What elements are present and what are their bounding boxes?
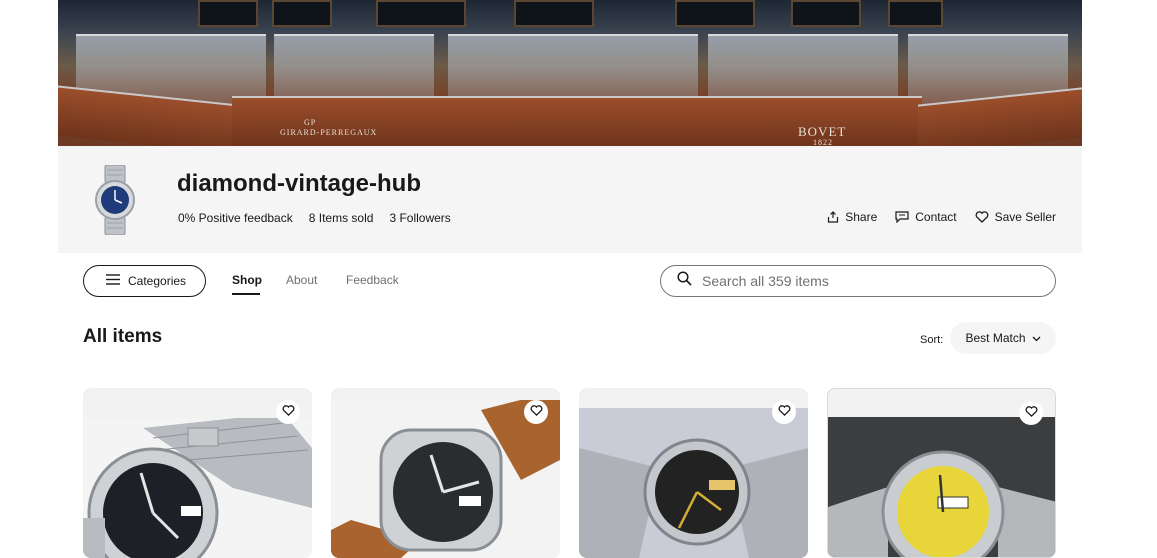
search-icon [677,271,692,291]
watch-black-dial-mesh-icon [83,413,312,558]
heart-icon [975,211,989,223]
watchlist-heart-button[interactable] [524,400,548,424]
contact-button[interactable]: Contact [895,210,957,224]
watchlist-heart-button[interactable] [1019,401,1043,425]
all-items-heading: All items [83,326,163,347]
watch-black-gold-dial-mesh-icon [579,408,808,558]
heart-icon [1025,404,1038,422]
store-name: diamond-vintage-hub [177,170,421,197]
item-card[interactable] [579,388,808,558]
store-banner-image: GP GIRARD-PERREGAUX BOVET 1822 [58,0,1082,146]
chevron-down-icon [1032,331,1041,345]
item-card[interactable] [83,388,312,558]
banner-brand-mark: GP [304,118,317,127]
heart-icon [282,403,295,421]
item-card[interactable] [331,388,560,558]
positive-feedback-stat: 0% Positive feedback [178,211,293,225]
hamburger-menu-icon [106,274,120,288]
heart-icon [530,403,543,421]
store-search-box[interactable] [660,265,1056,297]
watchlist-heart-button[interactable] [276,400,300,424]
contact-label: Contact [915,210,957,224]
tab-active-indicator [232,293,260,295]
sort-value: Best Match [965,331,1026,345]
message-icon [895,211,909,223]
tab-about[interactable]: About [286,273,317,287]
save-seller-label: Save Seller [994,210,1056,224]
share-button[interactable]: Share [827,210,877,224]
categories-button[interactable]: Categories [83,265,206,297]
watchlist-heart-button[interactable] [772,400,796,424]
search-input[interactable] [702,273,1022,289]
heart-icon [778,403,791,421]
store-header: diamond-vintage-hub 0% Positive feedback… [58,146,1082,253]
banner-brand-left: GIRARD-PERREGAUX [280,128,378,137]
banner-brand-year: 1822 [813,138,833,146]
sort-label: Sort: [920,334,944,346]
store-stats: 0% Positive feedback 8 Items sold 3 Foll… [178,211,451,225]
followers-stat: 3 Followers [389,211,451,225]
watch-yellow-dial-mesh-icon [828,417,1055,557]
tab-shop[interactable]: Shop [232,273,262,287]
item-card[interactable] [827,388,1056,558]
items-sold-stat: 8 Items sold [308,211,374,225]
categories-label: Categories [128,274,187,288]
save-seller-button[interactable]: Save Seller [975,210,1056,224]
watch-black-dial-leather-icon [331,390,560,558]
sort-dropdown[interactable]: Best Match [950,322,1056,354]
tab-feedback[interactable]: Feedback [346,273,399,287]
share-label: Share [845,210,878,224]
share-icon [827,211,839,223]
store-logo-watch-icon [83,164,147,236]
